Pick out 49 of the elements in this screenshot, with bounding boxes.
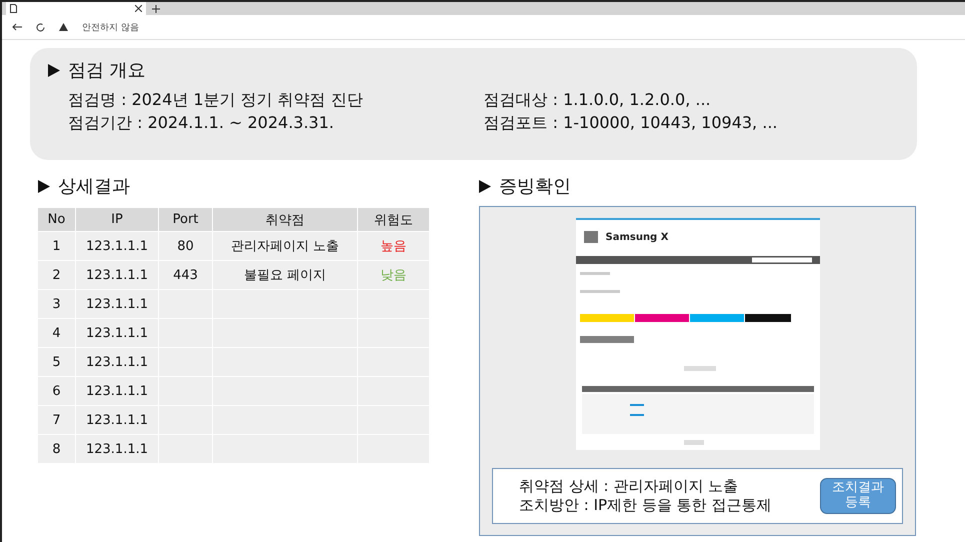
table-cell: 6 (38, 377, 75, 405)
table-cell: 123.1.1.1 (76, 406, 158, 434)
table-cell: 8 (38, 435, 75, 463)
table-cell: 3 (38, 290, 75, 318)
column-header: No (38, 208, 75, 231)
table-cell: 123.1.1.1 (76, 290, 158, 318)
overview-text: 점검기간 : 2024.1.1. ~ 2024.3.31. (68, 113, 335, 134)
table-cell: 123.1.1.1 (76, 232, 158, 260)
table-cell: 443 (159, 261, 212, 289)
table-cell: 123.1.1.1 (76, 348, 158, 376)
table-cell: 123.1.1.1 (76, 435, 158, 463)
triangle-icon (38, 180, 50, 192)
section-title: 점검 개요 (68, 59, 146, 82)
table-cell: 5 (38, 348, 75, 376)
table-cell: 7 (38, 406, 75, 434)
table-cell: 123.1.1.1 (76, 319, 158, 347)
column-header: IP (76, 208, 158, 231)
risk-level: 높음 (358, 232, 429, 260)
logo-icon (584, 231, 598, 243)
browser-tab[interactable] (6, 2, 146, 15)
triangle-icon (48, 64, 60, 76)
table-cell: 1 (38, 232, 75, 260)
close-icon[interactable] (135, 5, 142, 12)
detail-text: 조치방안 : IP제한 등을 통한 접근통제 (519, 496, 772, 515)
overview-text: 점검명 : 2024년 1분기 정기 취약점 진단 (68, 90, 364, 111)
table-cell: 123.1.1.1 (76, 377, 158, 405)
section-title: 증빙확인 (499, 175, 571, 198)
overview-text: 점검대상 : 1.1.0.0, 1.2.0.0, ... (484, 90, 712, 111)
triangle-icon (479, 180, 491, 192)
column-header: 취약점 (213, 208, 357, 231)
reload-icon[interactable] (36, 22, 45, 32)
column-header: Port (159, 208, 212, 231)
table-cell: 80 (159, 232, 212, 260)
security-warning[interactable]: 안전하지 않음 (82, 20, 139, 34)
table-cell: 4 (38, 319, 75, 347)
page-icon (10, 4, 17, 13)
table-cell: 123.1.1.1 (76, 261, 158, 289)
table-cell: 2 (38, 261, 75, 289)
column-header: 위험도 (358, 208, 429, 231)
warning-icon (59, 23, 68, 31)
section-title: 상세결과 (58, 175, 130, 198)
table-cell: 불필요 페이지 (213, 261, 357, 289)
plus-icon[interactable] (152, 4, 160, 12)
back-icon[interactable] (12, 23, 22, 31)
brand-name: Samsung X (606, 232, 668, 242)
detail-text: 취약점 상세 : 관리자페이지 노출 (519, 477, 740, 496)
risk-level: 낮음 (358, 261, 429, 289)
overview-text: 점검포트 : 1-10000, 10443, 10943, ... (484, 113, 778, 134)
table-cell: 관리자페이지 노출 (213, 232, 357, 260)
